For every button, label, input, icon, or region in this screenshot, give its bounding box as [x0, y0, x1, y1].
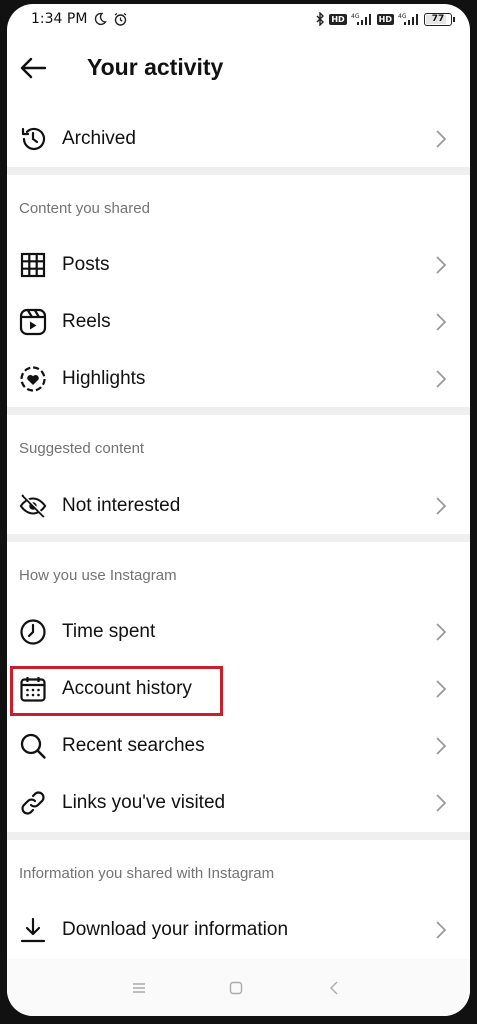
status-bar: 1:34 PM HD 4G HD 4G 77 — [7, 4, 470, 34]
chevron-right-icon — [434, 736, 448, 756]
chevron-right-icon — [434, 622, 448, 642]
section-divider — [7, 534, 470, 542]
section-divider — [7, 167, 470, 175]
not-interested-row[interactable]: Not interested — [7, 481, 470, 531]
header: Your activity — [7, 42, 470, 94]
arrow-left-icon — [20, 57, 47, 79]
moon-icon — [93, 12, 108, 26]
posts-row[interactable]: Posts — [7, 240, 470, 290]
reels-row[interactable]: Reels — [7, 297, 470, 347]
time-spent-label: Time spent — [62, 621, 156, 642]
bluetooth-icon — [315, 12, 325, 26]
screen: 1:34 PM HD 4G HD 4G 77 Your activity Arc… — [7, 4, 470, 1016]
section-title-how-use: How you use Instagram — [19, 567, 177, 584]
battery-level: 77 — [431, 14, 445, 24]
calendar-icon — [19, 675, 47, 703]
chevron-right-icon — [434, 312, 448, 332]
system-nav-bar — [7, 959, 470, 1016]
section-divider — [7, 832, 470, 840]
account-history-row[interactable]: Account history — [7, 664, 470, 714]
chevron-right-icon — [434, 129, 448, 149]
highlights-row[interactable]: Highlights — [7, 354, 470, 404]
archive-history-icon — [19, 125, 47, 153]
signal-4g-icon: 4G — [398, 12, 420, 26]
recent-searches-label: Recent searches — [62, 735, 205, 756]
search-icon — [19, 732, 47, 760]
section-title-suggested: Suggested content — [19, 440, 145, 457]
nav-back-button[interactable] — [322, 976, 346, 1000]
links-visited-row[interactable]: Links you've visited — [7, 778, 470, 828]
recent-searches-row[interactable]: Recent searches — [7, 721, 470, 771]
home-button[interactable] — [224, 976, 248, 1000]
time-spent-row[interactable]: Time spent — [7, 607, 470, 657]
archived-row[interactable]: Archived — [7, 114, 470, 164]
highlights-label: Highlights — [62, 368, 146, 389]
reels-label: Reels — [62, 311, 111, 332]
chevron-right-icon — [434, 496, 448, 516]
page-title: Your activity — [87, 54, 224, 80]
home-square-icon — [229, 981, 243, 995]
menu-button[interactable] — [127, 976, 151, 1000]
chevron-right-icon — [434, 679, 448, 699]
svg-text:4G: 4G — [398, 13, 407, 20]
clock-icon — [19, 618, 47, 646]
status-time: 1:34 PM — [31, 11, 88, 27]
chevron-right-icon — [434, 920, 448, 940]
highlights-icon — [19, 365, 47, 393]
account-history-label: Account history — [62, 678, 192, 699]
eye-off-icon — [19, 492, 47, 520]
section-title-info-shared: Information you shared with Instagram — [19, 865, 275, 882]
menu-icon — [133, 983, 145, 993]
grid-icon — [19, 251, 47, 279]
alarm-icon — [113, 12, 128, 27]
hd-icon: HD — [376, 13, 394, 25]
reels-icon — [19, 308, 47, 336]
section-divider — [7, 407, 470, 415]
not-interested-label: Not interested — [62, 495, 181, 516]
link-icon — [19, 789, 47, 817]
archived-label: Archived — [62, 128, 136, 149]
chevron-right-icon — [434, 255, 448, 275]
back-chevron-icon — [330, 981, 338, 995]
svg-text:4G: 4G — [351, 13, 360, 20]
back-button[interactable] — [17, 54, 49, 82]
download-icon — [19, 916, 47, 944]
posts-label: Posts — [62, 254, 110, 275]
battery-icon: 77 — [424, 12, 455, 26]
section-title-content-shared: Content you shared — [19, 200, 150, 217]
phone-frame: 1:34 PM HD 4G HD 4G 77 Your activity Arc… — [0, 0, 477, 1024]
chevron-right-icon — [434, 369, 448, 389]
download-info-label: Download your information — [62, 919, 289, 940]
hd-icon: HD — [329, 13, 347, 25]
chevron-right-icon — [434, 793, 448, 813]
links-visited-label: Links you've visited — [62, 792, 226, 813]
signal-4g-icon: 4G — [351, 12, 373, 26]
download-info-row[interactable]: Download your information — [7, 905, 470, 955]
